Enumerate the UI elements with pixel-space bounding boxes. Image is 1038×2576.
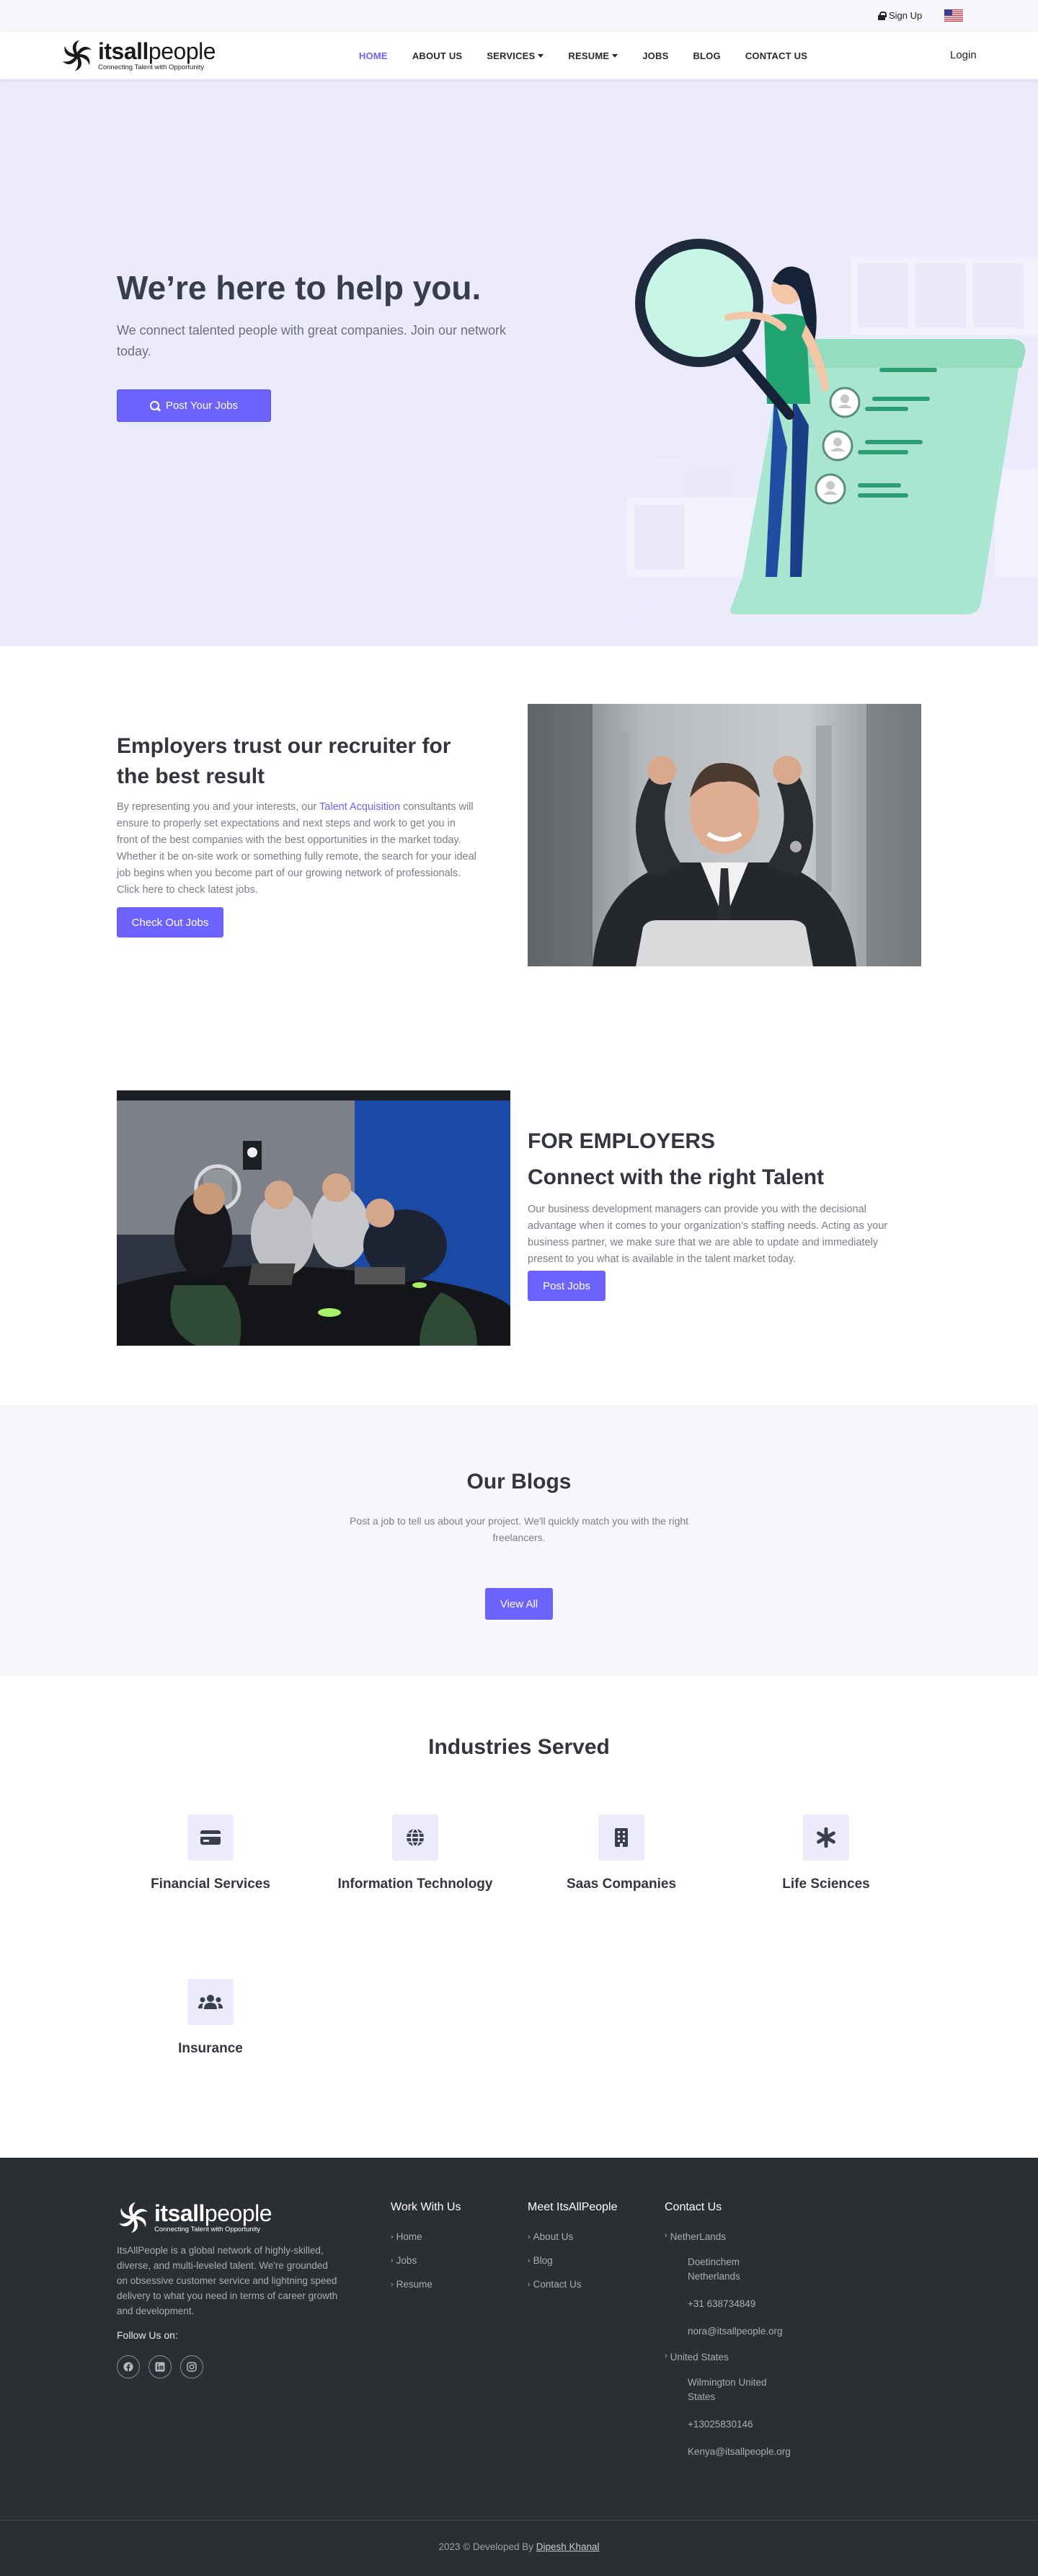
hero-lead: We connect talented people with great co… <box>117 323 506 358</box>
nav-item-home[interactable]: HOME <box>359 50 388 61</box>
logo-swirl-icon <box>63 40 92 71</box>
logo-text: itsallpeople Connecting Talent with Oppo… <box>98 40 216 71</box>
nav-item-about-us[interactable]: ABOUT US <box>412 50 463 61</box>
footer-col-title: Meet ItsAllPeople <box>528 2201 618 2213</box>
contact-region-netherlands: NetherLands <box>665 2231 852 2242</box>
contact-region-united-states: United States <box>665 2352 852 2363</box>
developer-link[interactable]: Dipesh Khanal <box>536 2541 600 2552</box>
footer-col-title: Work With Us <box>391 2201 461 2213</box>
footer-link-about-us[interactable]: About Us <box>528 2231 618 2242</box>
hero-section: We’re here to help you. We connect talen… <box>0 79 1038 646</box>
footer-logo-tagline: Connecting Talent with Opportunity <box>154 2226 261 2233</box>
celebrating-man-photo <box>528 704 921 966</box>
caret-down-icon <box>538 53 544 58</box>
contact-email[interactable]: nora@itsallpeople.org <box>688 2324 832 2339</box>
for-employers-kicker: FOR EMPLOYERS <box>528 1129 716 1153</box>
globe-icon <box>392 1814 438 1861</box>
footer-col-title: Contact Us <box>665 2201 722 2213</box>
lock-icon <box>878 11 887 20</box>
instagram-icon[interactable] <box>180 2355 203 2378</box>
industry-financial-services[interactable]: Financial Services <box>117 1814 304 1892</box>
industry-label: Saas Companies <box>566 1876 677 1892</box>
industries-section: Industries Served Financial Services Inf… <box>0 1676 1038 2158</box>
footer-copyright: 2023 © Developed By Dipesh Khanal <box>438 2541 600 2552</box>
post-your-jobs-button[interactable]: Post Your Jobs <box>117 389 271 422</box>
blogs-title: Our Blogs <box>466 1470 572 1494</box>
footer-link-home[interactable]: Home <box>391 2231 461 2242</box>
sign-up-label: Sign Up <box>889 10 923 21</box>
footer-link-resume[interactable]: Resume <box>391 2279 461 2290</box>
footer-about-text: ItsAllPeople is a global network of high… <box>117 2245 338 2316</box>
trust-body: By representing you and your interests, … <box>117 801 476 896</box>
follow-us-label: Follow Us on: <box>117 2329 178 2341</box>
caret-down-icon <box>612 53 618 58</box>
contact-email[interactable]: Kenya@itsallpeople.org <box>688 2445 832 2459</box>
us-flag-icon[interactable] <box>944 9 963 22</box>
footer-link-contact-us[interactable]: Contact Us <box>528 2279 618 2290</box>
for-employers-title: Connect with the right Talent <box>528 1165 825 1189</box>
contact-address: Doetinchem Netherlands <box>688 2257 740 2282</box>
credit-card-icon <box>187 1814 234 1861</box>
trust-title: Employers trust our recruiter for the be… <box>117 734 451 788</box>
for-employers-section: FOR EMPLOYERS Connect with the right Tal… <box>0 1049 1038 1405</box>
hero-illustration <box>627 239 1038 623</box>
footer-logo[interactable]: itsallpeople Connecting Talent with Oppo… <box>117 2201 272 2234</box>
footer-link-blog[interactable]: Blog <box>528 2255 618 2266</box>
talent-acquisition-link[interactable]: Talent Acquisition <box>319 801 400 813</box>
footer-contact: Contact Us NetherLands Doetinchem Nether… <box>665 2201 852 2472</box>
social-links <box>117 2355 203 2378</box>
footer-col-meet: Meet ItsAllPeople About Us Blog Contact … <box>528 2201 618 2303</box>
industry-label: Financial Services <box>151 1876 270 1892</box>
contact-address: Wilmington United States <box>688 2377 767 2402</box>
for-employers-body: Our business development managers can pr… <box>528 1204 888 1265</box>
nav-item-services[interactable]: SERVICES <box>487 50 544 61</box>
employers-trust-section: Employers trust our recruiter for the be… <box>0 646 1038 1049</box>
building-icon <box>598 1814 644 1861</box>
team-meeting-photo <box>117 1090 510 1346</box>
footer-logo-wordmark: itsallpeople <box>154 2200 272 2226</box>
check-out-jobs-button[interactable]: Check Out Jobs <box>117 907 223 938</box>
facebook-icon[interactable] <box>117 2355 140 2378</box>
industry-label: Life Sciences <box>782 1876 870 1892</box>
industry-insurance[interactable]: Insurance <box>117 1979 304 2057</box>
footer-logo-text: itsallpeople Connecting Talent with Oppo… <box>154 2202 272 2233</box>
post-jobs-button[interactable]: Post Jobs <box>528 1271 606 1301</box>
industry-saas-companies[interactable]: Saas Companies <box>528 1814 715 1892</box>
nav-item-blog[interactable]: BLOG <box>693 50 720 61</box>
contact-phone[interactable]: +31 638734849 <box>688 2297 789 2311</box>
logo-wordmark: itsallpeople <box>98 38 216 64</box>
industry-information-technology[interactable]: Information Technology <box>321 1814 509 1892</box>
blogs-body: Post a job to tell us about your project… <box>349 1515 689 1543</box>
nav-item-jobs[interactable]: JOBS <box>642 50 668 61</box>
industry-label: Insurance <box>178 2041 243 2056</box>
hero-title: We’re here to help you. <box>117 269 482 306</box>
industry-label: Information Technology <box>337 1876 493 1892</box>
site-logo[interactable]: itsallpeople Connecting Talent with Oppo… <box>61 39 216 72</box>
view-all-button[interactable]: View All <box>485 1588 553 1620</box>
site-footer: itsallpeople Connecting Talent with Oppo… <box>0 2158 1038 2576</box>
post-your-jobs-label: Post Your Jobs <box>165 400 239 412</box>
login-link[interactable]: Login <box>950 49 977 61</box>
logo-swirl-icon <box>119 2202 148 2233</box>
nav-item-contact-us[interactable]: CONTACT US <box>745 50 807 61</box>
nav-item-resume[interactable]: RESUME <box>568 50 618 61</box>
industry-life-sciences[interactable]: Life Sciences <box>732 1814 920 1892</box>
footer-col-work-with-us: Work With Us Home Jobs Resume <box>391 2201 461 2303</box>
main-navbar: itsallpeople Connecting Talent with Oppo… <box>0 32 1038 79</box>
linkedin-icon[interactable] <box>148 2355 172 2378</box>
footer-link-jobs[interactable]: Jobs <box>391 2255 461 2266</box>
blogs-section: Our Blogs Post a job to tell us about yo… <box>0 1405 1038 1676</box>
search-icon <box>149 400 160 411</box>
nav-menu: HOME ABOUT US SERVICES RESUME JOBS BLOG … <box>359 32 832 79</box>
logo-tagline: Connecting Talent with Opportunity <box>98 63 205 71</box>
contact-phone[interactable]: +13025830146 <box>688 2417 789 2432</box>
top-utility-bar: Sign Up <box>0 0 1038 32</box>
users-icon <box>187 1979 234 2025</box>
sign-up-link[interactable]: Sign Up <box>878 10 922 21</box>
asterisk-icon <box>803 1814 849 1861</box>
industries-title: Industries Served <box>428 1735 610 1759</box>
